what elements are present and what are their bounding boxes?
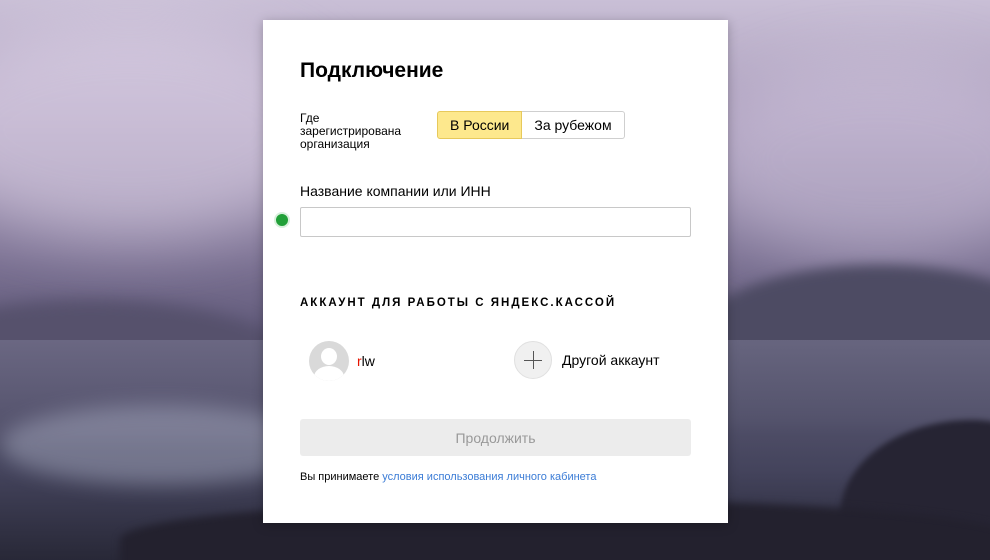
option-abroad-button[interactable]: За рубежом bbox=[522, 111, 625, 139]
account-name-rest: lw bbox=[361, 353, 375, 369]
registration-toggle: В России За рубежом bbox=[437, 111, 625, 139]
status-dot-icon bbox=[274, 212, 290, 228]
account-section-title: АККАУНТ ДЛЯ РАБОТЫ С ЯНДЕКС.КАССОЙ bbox=[300, 297, 617, 309]
terms-link[interactable]: условия использования личного кабинета bbox=[382, 471, 596, 483]
other-account-label: Другой аккаунт bbox=[562, 352, 660, 368]
page-title: Подключение bbox=[300, 59, 444, 82]
company-input[interactable] bbox=[300, 207, 691, 237]
connection-card: Подключение Где зарегистрирована организ… bbox=[263, 20, 728, 523]
account-name: rlw bbox=[357, 353, 375, 369]
terms-prefix: Вы принимаете bbox=[300, 471, 383, 483]
current-account-option[interactable]: rlw bbox=[309, 341, 375, 381]
company-field-label: Название компании или ИНН bbox=[300, 183, 491, 199]
option-russia-button[interactable]: В России bbox=[437, 111, 523, 139]
terms-text: Вы принимаете условия использования личн… bbox=[300, 471, 596, 483]
continue-button[interactable]: Продолжить bbox=[300, 419, 691, 456]
plus-icon bbox=[514, 341, 552, 379]
sky-mist bbox=[700, 60, 990, 260]
other-account-option[interactable]: Другой аккаунт bbox=[514, 341, 660, 379]
avatar-icon bbox=[309, 341, 349, 381]
registration-label: Где зарегистрирована организация bbox=[300, 111, 402, 151]
